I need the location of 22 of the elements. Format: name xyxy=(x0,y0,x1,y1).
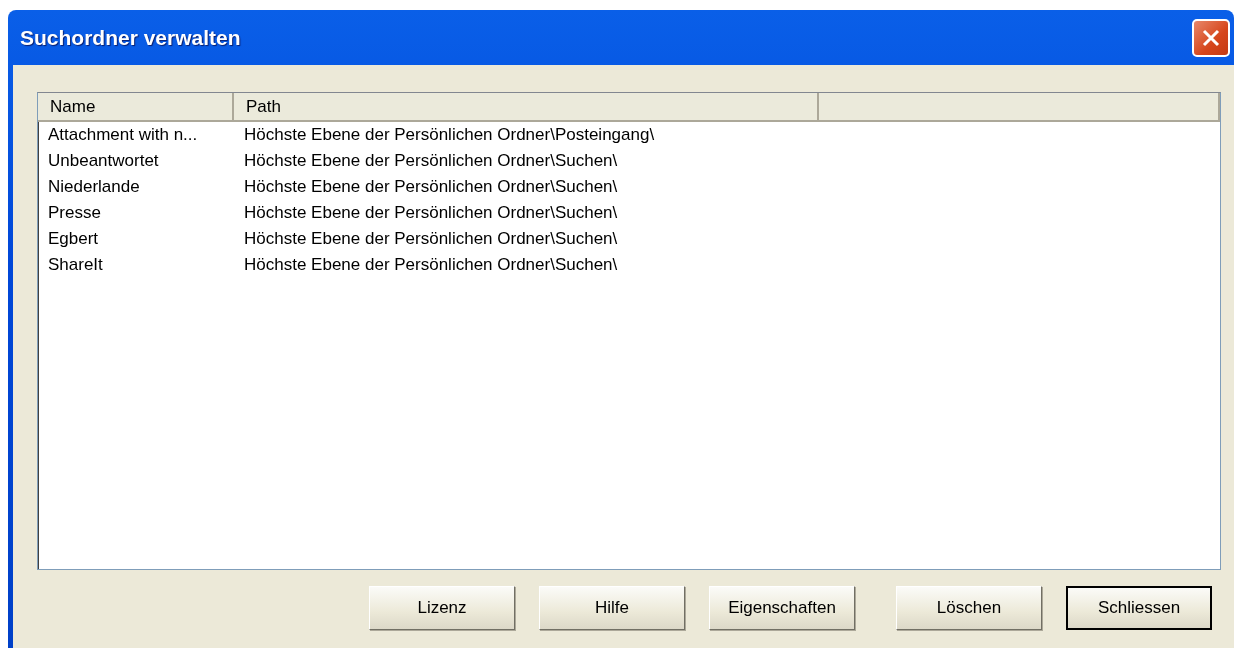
column-header[interactable]: Name xyxy=(38,93,234,122)
close-button[interactable] xyxy=(1192,18,1230,57)
column-header[interactable]: Path xyxy=(234,93,819,122)
table-cell-text: ShareIt xyxy=(47,255,104,275)
table-cell-text: Höchste Ebene der Persönlichen Ordner\Suchen\ xyxy=(243,229,619,249)
table-cell-text: Attachment with n... xyxy=(47,125,199,145)
dialog-button[interactable]: Schliessen xyxy=(1066,586,1212,630)
table-cell-text: Niederlande xyxy=(47,177,141,197)
dialog-button[interactable]: Eigenschaften xyxy=(709,586,855,630)
table-cell-text: Höchste Ebene der Persönlichen Ordner\Suchen\ xyxy=(243,151,619,171)
table-cell-text: Egbert xyxy=(47,229,100,249)
table-cell-text: Presse xyxy=(47,203,102,223)
table-cell-text: Höchste Ebene der Persönlichen Ordner\Suchen\ xyxy=(243,203,619,223)
table-cell-text: Höchste Ebene der Persönlichen Ordner\Suchen\ xyxy=(243,255,619,275)
dialog-button[interactable]: Löschen xyxy=(896,586,1042,630)
table-cell-text: Unbeantwortet xyxy=(47,151,160,171)
table-cell-text: Höchste Ebene der Persönlichen Ordner\Posteingang\ xyxy=(243,125,656,145)
dialog-button[interactable]: Hilfe xyxy=(539,586,685,630)
dialog-button[interactable]: Lizenz xyxy=(369,586,515,630)
close-icon xyxy=(1201,27,1221,48)
table-cell-text: Höchste Ebene der Persönlichen Ordner\Suchen\ xyxy=(243,177,619,197)
window-title: Suchordner verwalten xyxy=(20,25,241,50)
